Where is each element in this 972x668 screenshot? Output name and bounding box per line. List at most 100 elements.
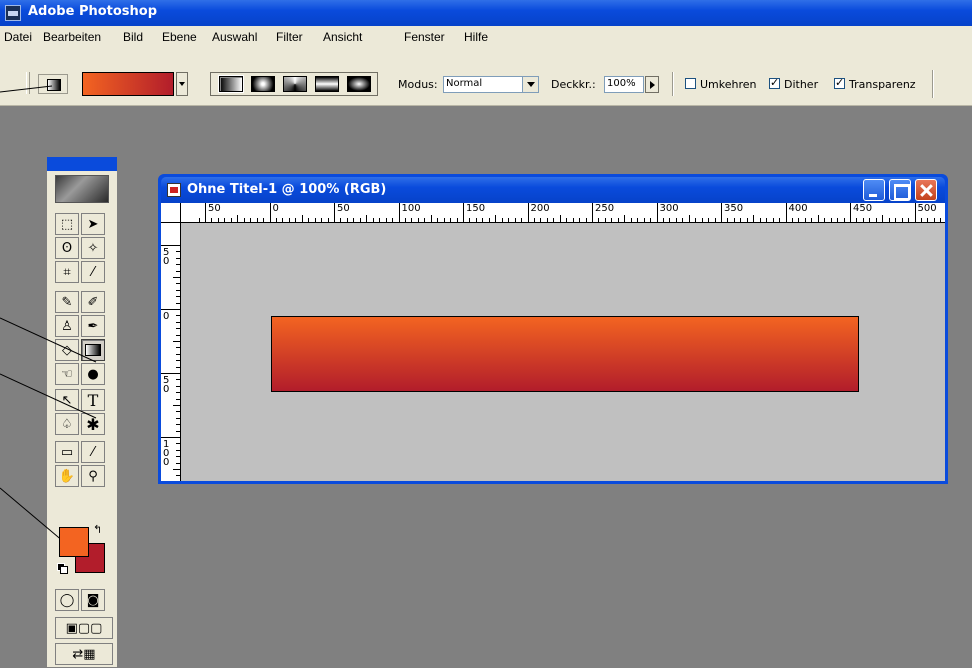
lasso-tool-icon[interactable]: ʘ [55,237,79,259]
pen-tool-icon[interactable]: ♤ [55,413,79,435]
ruler-tick [869,218,871,222]
move-tool-icon[interactable]: ➤ [81,213,105,235]
blend-mode-select[interactable]: Normal [443,76,539,93]
ruler-tick [662,218,664,222]
diamond-gradient-icon[interactable] [347,76,371,92]
reverse-checkbox[interactable] [685,78,696,89]
ruler-tick [933,218,935,222]
ruler-tick [501,218,503,222]
ruler-tick [540,218,542,222]
gradient-filled-rectangle[interactable] [271,316,859,392]
ruler-tick [682,218,684,222]
magic-wand-tool-icon[interactable]: ✧ [81,237,105,259]
zoom-tool-icon[interactable]: ⚲ [81,465,105,487]
ruler-tick [346,218,348,222]
ruler-tick [701,218,703,222]
path-selection-tool-icon[interactable]: ↖ [55,389,79,411]
app-title: Adobe Photoshop [28,4,158,19]
ruler-tick [366,215,368,222]
ruler-tick [695,218,697,222]
transparency-checkbox[interactable] [834,76,845,89]
ruler-tick [546,218,548,222]
marquee-tool-icon[interactable]: ⬚ [55,213,79,235]
screen-mode-icons[interactable]: ▣▢▢ [55,617,113,639]
swap-colors-icon[interactable]: ↰ [93,523,102,536]
menu-auswahl[interactable]: Auswahl [212,30,257,44]
opacity-slider-button[interactable] [645,76,659,93]
document-canvas-area[interactable]: 50 0 50 100 150 200 250 300 350 400 450 500 50 0 50 10… [161,203,945,481]
minimize-button[interactable] [863,179,885,201]
linear-gradient-icon[interactable] [218,75,244,93]
hand-tool-icon[interactable]: ✋ [55,465,79,487]
ruler-tick [398,203,400,222]
close-button[interactable] [915,179,937,201]
ruler-tick [604,218,606,222]
standard-mode-icon[interactable]: ◯ [55,589,79,611]
angle-gradient-icon[interactable] [283,76,307,92]
menu-fenster[interactable]: Fenster [404,30,445,44]
app-titlebar[interactable]: Adobe Photoshop [0,0,972,26]
custom-shape-tool-icon[interactable]: ✱ [81,413,105,435]
horizontal-ruler[interactable]: 50 0 50 100 150 200 250 300 350 400 450 500 [181,203,945,223]
menu-ebene[interactable]: Ebene [162,30,197,44]
notes-tool-icon[interactable]: ▭ [55,441,79,463]
ruler-origin[interactable] [161,203,181,223]
document-titlebar[interactable]: Ohne Titel-1 @ 100% (RGB) [161,177,945,203]
gradient-picker-dropdown[interactable] [176,72,188,96]
quick-mask-mode-icon[interactable]: ◙ [81,589,105,611]
document-icon[interactable] [167,183,181,197]
chevron-down-icon[interactable] [522,77,538,92]
slice-tool-icon[interactable]: ⁄ [81,261,105,283]
menu-bearbeiten[interactable]: Bearbeiten [43,30,101,44]
default-colors-icon[interactable] [57,563,68,574]
ruler-tick [585,218,587,222]
history-brush-tool-icon[interactable]: ✒ [81,315,105,337]
jump-to-imageready-icon[interactable]: ⇄▦ [55,643,113,665]
ruler-tick [785,203,787,222]
ruler-tick [830,218,832,222]
ruler-tick [772,218,774,222]
eraser-tool-icon[interactable]: ◇ [55,339,79,361]
healing-brush-tool-icon[interactable]: ✎ [55,291,79,313]
reflected-gradient-icon[interactable] [315,76,339,92]
opacity-input[interactable]: 100% [604,76,644,93]
ruler-tick [437,218,439,222]
dodge-tool-icon[interactable]: ● [81,363,105,385]
menu-datei[interactable]: Datei [4,30,32,44]
ruler-tick [475,218,477,222]
adobe-eye-logo[interactable] [55,175,109,203]
ruler-tick [176,449,180,451]
ruler-tick [176,417,180,419]
dither-checkbox[interactable] [769,76,780,89]
type-tool-icon[interactable]: T [81,389,105,411]
ruler-tick [850,203,851,222]
vertical-ruler[interactable]: 50 0 50 100 [161,223,181,481]
stamp-tool-icon[interactable]: ♙ [55,315,79,337]
gradient-tool-icon[interactable] [81,339,105,361]
ruler-tick [669,218,671,222]
photoshop-app-icon[interactable] [5,5,21,21]
toolbox-titlebar[interactable] [47,157,117,171]
gradient-preview-swatch[interactable] [82,72,174,96]
menu-hilfe[interactable]: Hilfe [464,30,488,44]
tool-preset-picker[interactable] [38,74,68,94]
menu-bild[interactable]: Bild [123,30,143,44]
eyedropper-tool-icon[interactable]: ⁄ [81,441,105,463]
foreground-color-swatch[interactable] [59,527,89,557]
ruler-tick [450,218,452,222]
ruler-tick [176,283,180,285]
menu-filter[interactable]: Filter [276,30,303,44]
ruler-tick [321,218,323,222]
brush-tool-icon[interactable]: ✐ [81,291,105,313]
ruler-h-label: 100 [401,203,421,214]
ruler-tick [176,366,180,368]
ruler-tick [404,218,406,222]
ruler-tick [527,203,529,222]
crop-tool-icon[interactable]: ⌗ [55,261,79,283]
radial-gradient-icon[interactable] [251,76,275,92]
smudge-tool-icon[interactable]: ☜ [55,363,79,385]
menu-ansicht[interactable]: Ansicht [323,30,362,44]
maximize-button[interactable] [889,179,911,201]
ruler-tick [882,215,884,222]
options-grip[interactable] [26,72,30,94]
